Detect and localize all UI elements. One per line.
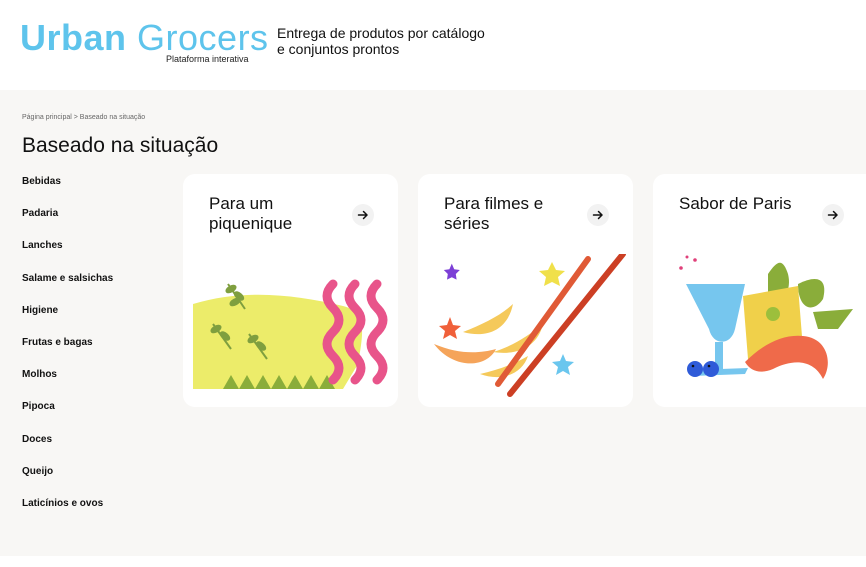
sidebar-item-salame[interactable]: Salame e salsichas xyxy=(22,273,172,305)
card-title-line-2: piquenique xyxy=(209,214,293,233)
card-title: Para um piquenique xyxy=(209,194,292,234)
main-content: Página principal > Baseado na situação B… xyxy=(0,90,866,556)
logo[interactable]: Urban Grocers Plataforma interativa xyxy=(20,18,269,65)
sidebar-item-pipoca[interactable]: Pipoca xyxy=(22,401,172,433)
snacks-illustration xyxy=(434,254,626,397)
card-picnic[interactable]: Para um piquenique xyxy=(183,174,398,407)
card-title: Para filmes e séries xyxy=(444,194,543,234)
page-title: Baseado na situação xyxy=(22,134,219,157)
logo-bold-text: Urban xyxy=(20,17,127,58)
card-paris[interactable]: Sabor de Paris xyxy=(653,174,866,407)
category-sidebar: Bebidas Padaria Lanches Salame e salsich… xyxy=(22,176,172,530)
header-tagline: Entrega de produtos por catálogo e conju… xyxy=(277,25,517,57)
card-title-line-1: Para filmes e xyxy=(444,194,544,213)
breadcrumb[interactable]: Página principal > Baseado na situação xyxy=(22,114,145,121)
card-title-line-2: séries xyxy=(444,214,490,233)
sidebar-item-laticinios[interactable]: Laticínios e ovos xyxy=(22,498,172,530)
tagline-line-2: e conjuntos prontos xyxy=(277,41,400,57)
sidebar-item-bebidas[interactable]: Bebidas xyxy=(22,176,172,208)
card-title-line-1: Para um xyxy=(209,194,274,213)
arrow-right-icon[interactable] xyxy=(352,204,374,226)
picnic-illustration xyxy=(193,279,388,389)
sidebar-item-padaria[interactable]: Padaria xyxy=(22,208,172,240)
logo-light-text: Grocers xyxy=(137,17,269,58)
paris-illustration xyxy=(679,255,853,379)
card-title-line-1: Sabor de Paris xyxy=(679,194,792,213)
footer-strip xyxy=(0,556,866,567)
sidebar-item-lanches[interactable]: Lanches xyxy=(22,240,172,272)
sidebar-item-molhos[interactable]: Molhos xyxy=(22,369,172,401)
sidebar-item-doces[interactable]: Doces xyxy=(22,434,172,466)
logo-wordmark: Urban Grocers xyxy=(20,18,269,58)
sidebar-item-frutas[interactable]: Frutas e bagas xyxy=(22,337,172,369)
sidebar-item-higiene[interactable]: Higiene xyxy=(22,305,172,337)
tagline-line-1: Entrega de produtos por catálogo xyxy=(277,25,485,41)
arrow-right-icon[interactable] xyxy=(587,204,609,226)
arrow-right-icon[interactable] xyxy=(822,204,844,226)
sidebar-item-queijo[interactable]: Queijo xyxy=(22,466,172,498)
site-header: Urban Grocers Plataforma interativa Entr… xyxy=(0,0,866,90)
card-title: Sabor de Paris xyxy=(679,194,791,214)
logo-subtitle: Plataforma interativa xyxy=(166,54,249,64)
card-movies[interactable]: Para filmes e séries xyxy=(418,174,633,407)
